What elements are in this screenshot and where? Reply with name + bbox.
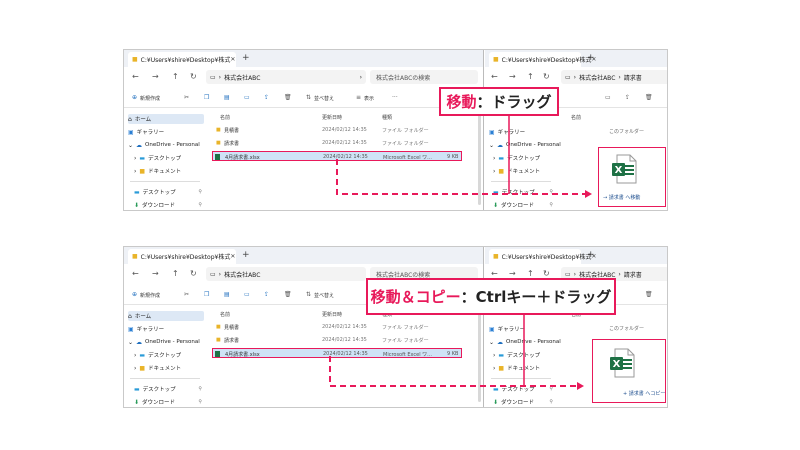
callout-text: ：ドラッグ: [476, 93, 552, 111]
callout-keyword: 移動＆コピー: [370, 288, 461, 306]
drag-arrow-overlay: [329, 116, 592, 390]
callout-move: 移動 ：ドラッグ: [439, 87, 559, 116]
drag-arrow-move: [336, 159, 592, 198]
callout-connector: [508, 116, 525, 386]
callout-copy: 移動＆コピー ：Ctrlキー＋ドラッグ: [366, 278, 616, 315]
callout-keyword: 移動: [446, 93, 477, 111]
drag-arrow-copy: [329, 356, 584, 390]
callout-text: ：Ctrlキー＋ドラッグ: [460, 288, 612, 306]
